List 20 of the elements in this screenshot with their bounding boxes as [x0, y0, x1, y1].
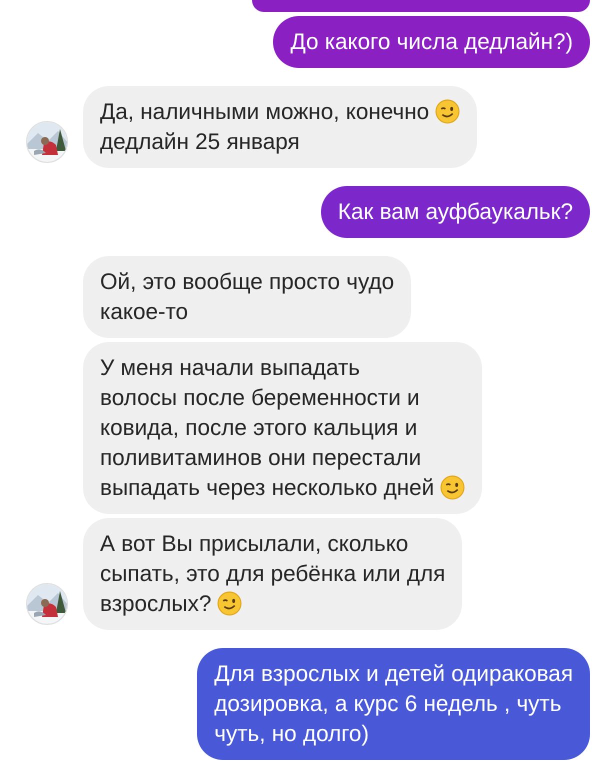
message-text: Ой, это вообще просто чудо	[100, 269, 394, 294]
message-text: какое-то	[100, 299, 188, 324]
message-text: волосы после беременности и	[100, 385, 420, 410]
wink-emoji-icon	[435, 99, 460, 124]
message-text: Для взрослых и детей одираковая	[214, 661, 573, 686]
message-text: Да, наличными можно, конечно	[100, 99, 430, 124]
message-text: дозировка, а курс 6 недель , чуть	[214, 691, 562, 716]
message-text: дедлайн 25 января	[100, 129, 300, 154]
message-text: Как вам ауфбаукальк?	[338, 199, 573, 224]
message-text: До какого числа дедлайн?)	[290, 29, 573, 54]
message-text: сыпать, это для ребёнка или для	[100, 561, 446, 586]
wink-emoji-icon	[217, 591, 242, 616]
message-text: чуть, но долго)	[214, 721, 369, 746]
message-text: ковида, после этого кальция и	[100, 415, 418, 440]
message-text: выпадать через несколько дней	[100, 475, 434, 500]
wink-emoji-icon	[440, 475, 466, 500]
message-text: поливитаминов они перестали	[100, 445, 422, 470]
message-text: взрослых?	[100, 591, 212, 616]
message-text: У меня начали выпадать	[100, 355, 360, 380]
message-text: А вот Вы присылали, сколько	[100, 531, 408, 556]
